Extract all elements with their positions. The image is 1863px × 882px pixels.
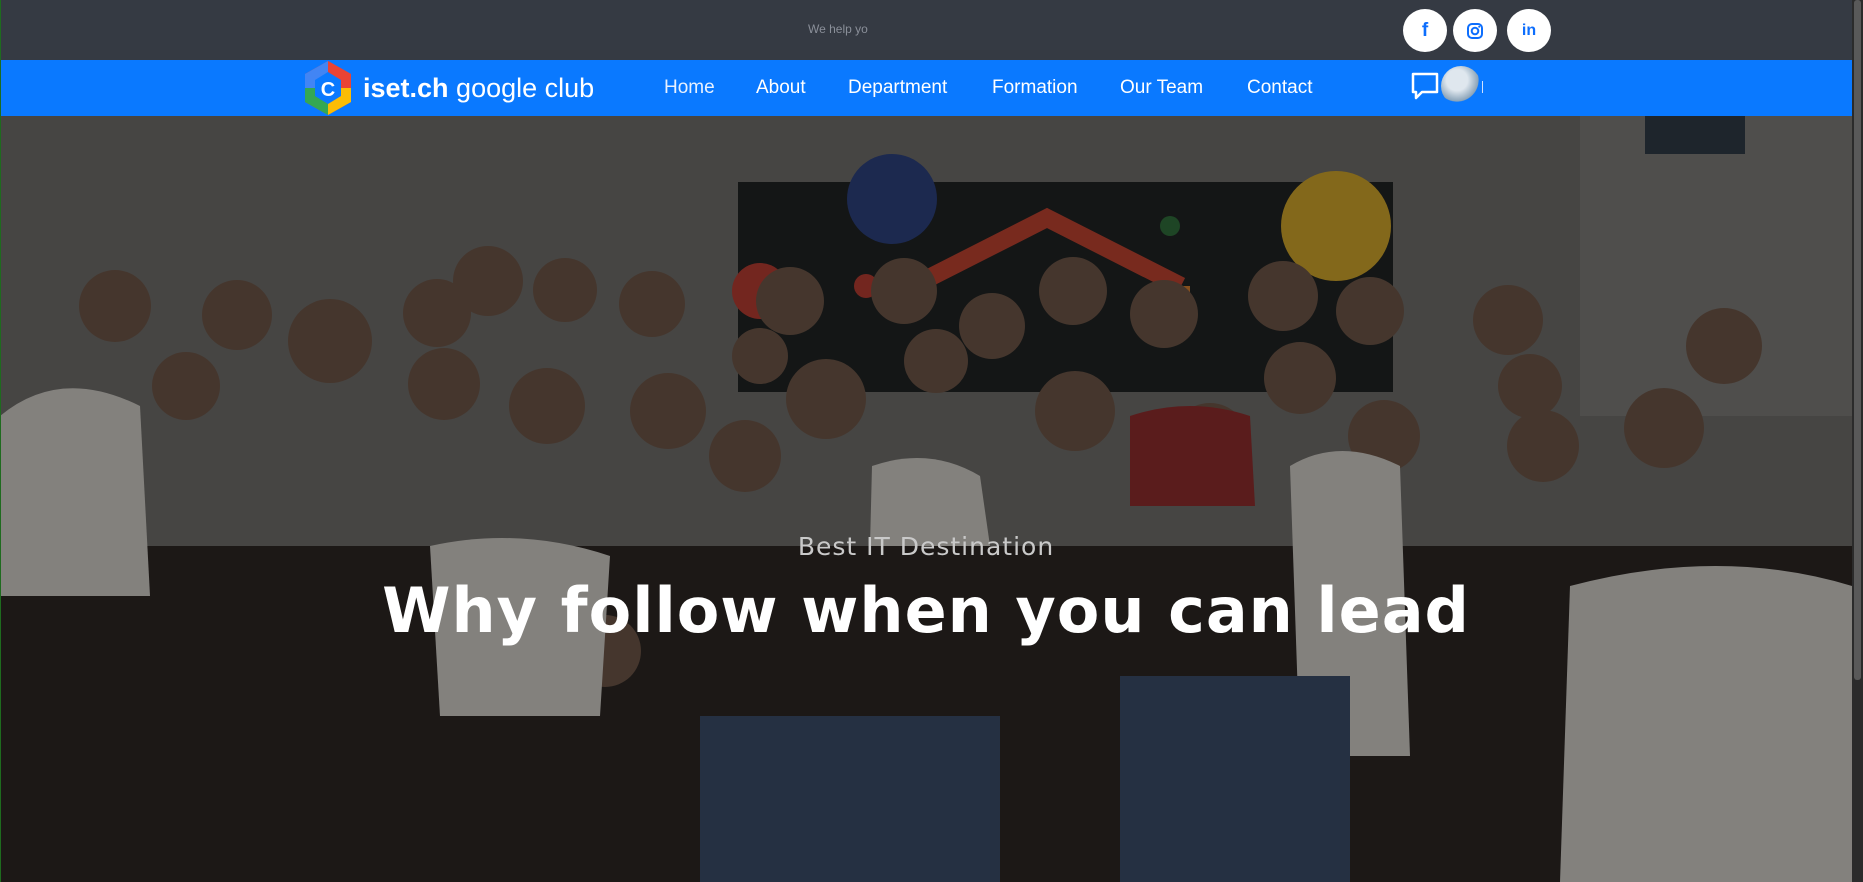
brand-name: iset.ch google club [363, 73, 595, 103]
facebook-button[interactable]: f [1403, 9, 1447, 52]
nav-formation[interactable]: Formation [992, 77, 1078, 99]
scrollbar-thumb[interactable] [1854, 0, 1861, 680]
nav-divider [1482, 81, 1483, 93]
instagram-icon [1467, 22, 1483, 39]
top-bar: We help yo f in [0, 0, 1863, 60]
nav-department[interactable]: Department [848, 77, 947, 99]
hero-section: Best IT Destination Why follow when you … [0, 116, 1852, 882]
gdsc-logo-icon: C [305, 61, 351, 115]
nav-contact[interactable]: Contact [1247, 77, 1312, 99]
nav-home[interactable]: Home [664, 77, 715, 99]
linkedin-button[interactable]: in [1507, 9, 1551, 52]
main-navbar: C iset.ch google club Home About Departm… [0, 60, 1852, 116]
linkedin-icon: in [1521, 21, 1537, 39]
user-avatar[interactable] [1441, 66, 1481, 106]
hero-dark-overlay [0, 116, 1852, 882]
window-left-edge [0, 0, 1, 882]
nav-about[interactable]: About [756, 77, 806, 99]
page-scrollbar[interactable] [1852, 0, 1863, 882]
hero-title: Why follow when you can lead [382, 574, 1470, 647]
chat-bubble-icon[interactable] [1410, 70, 1440, 102]
nav-our-team[interactable]: Our Team [1120, 77, 1203, 99]
svg-text:C: C [321, 79, 335, 101]
topbar-tagline: We help yo [808, 22, 868, 36]
page: We help yo f in C iset.ch google club Ho… [0, 0, 1863, 882]
facebook-icon: f [1421, 19, 1429, 41]
instagram-button[interactable] [1453, 9, 1497, 52]
hero-subtitle: Best IT Destination [797, 532, 1055, 561]
